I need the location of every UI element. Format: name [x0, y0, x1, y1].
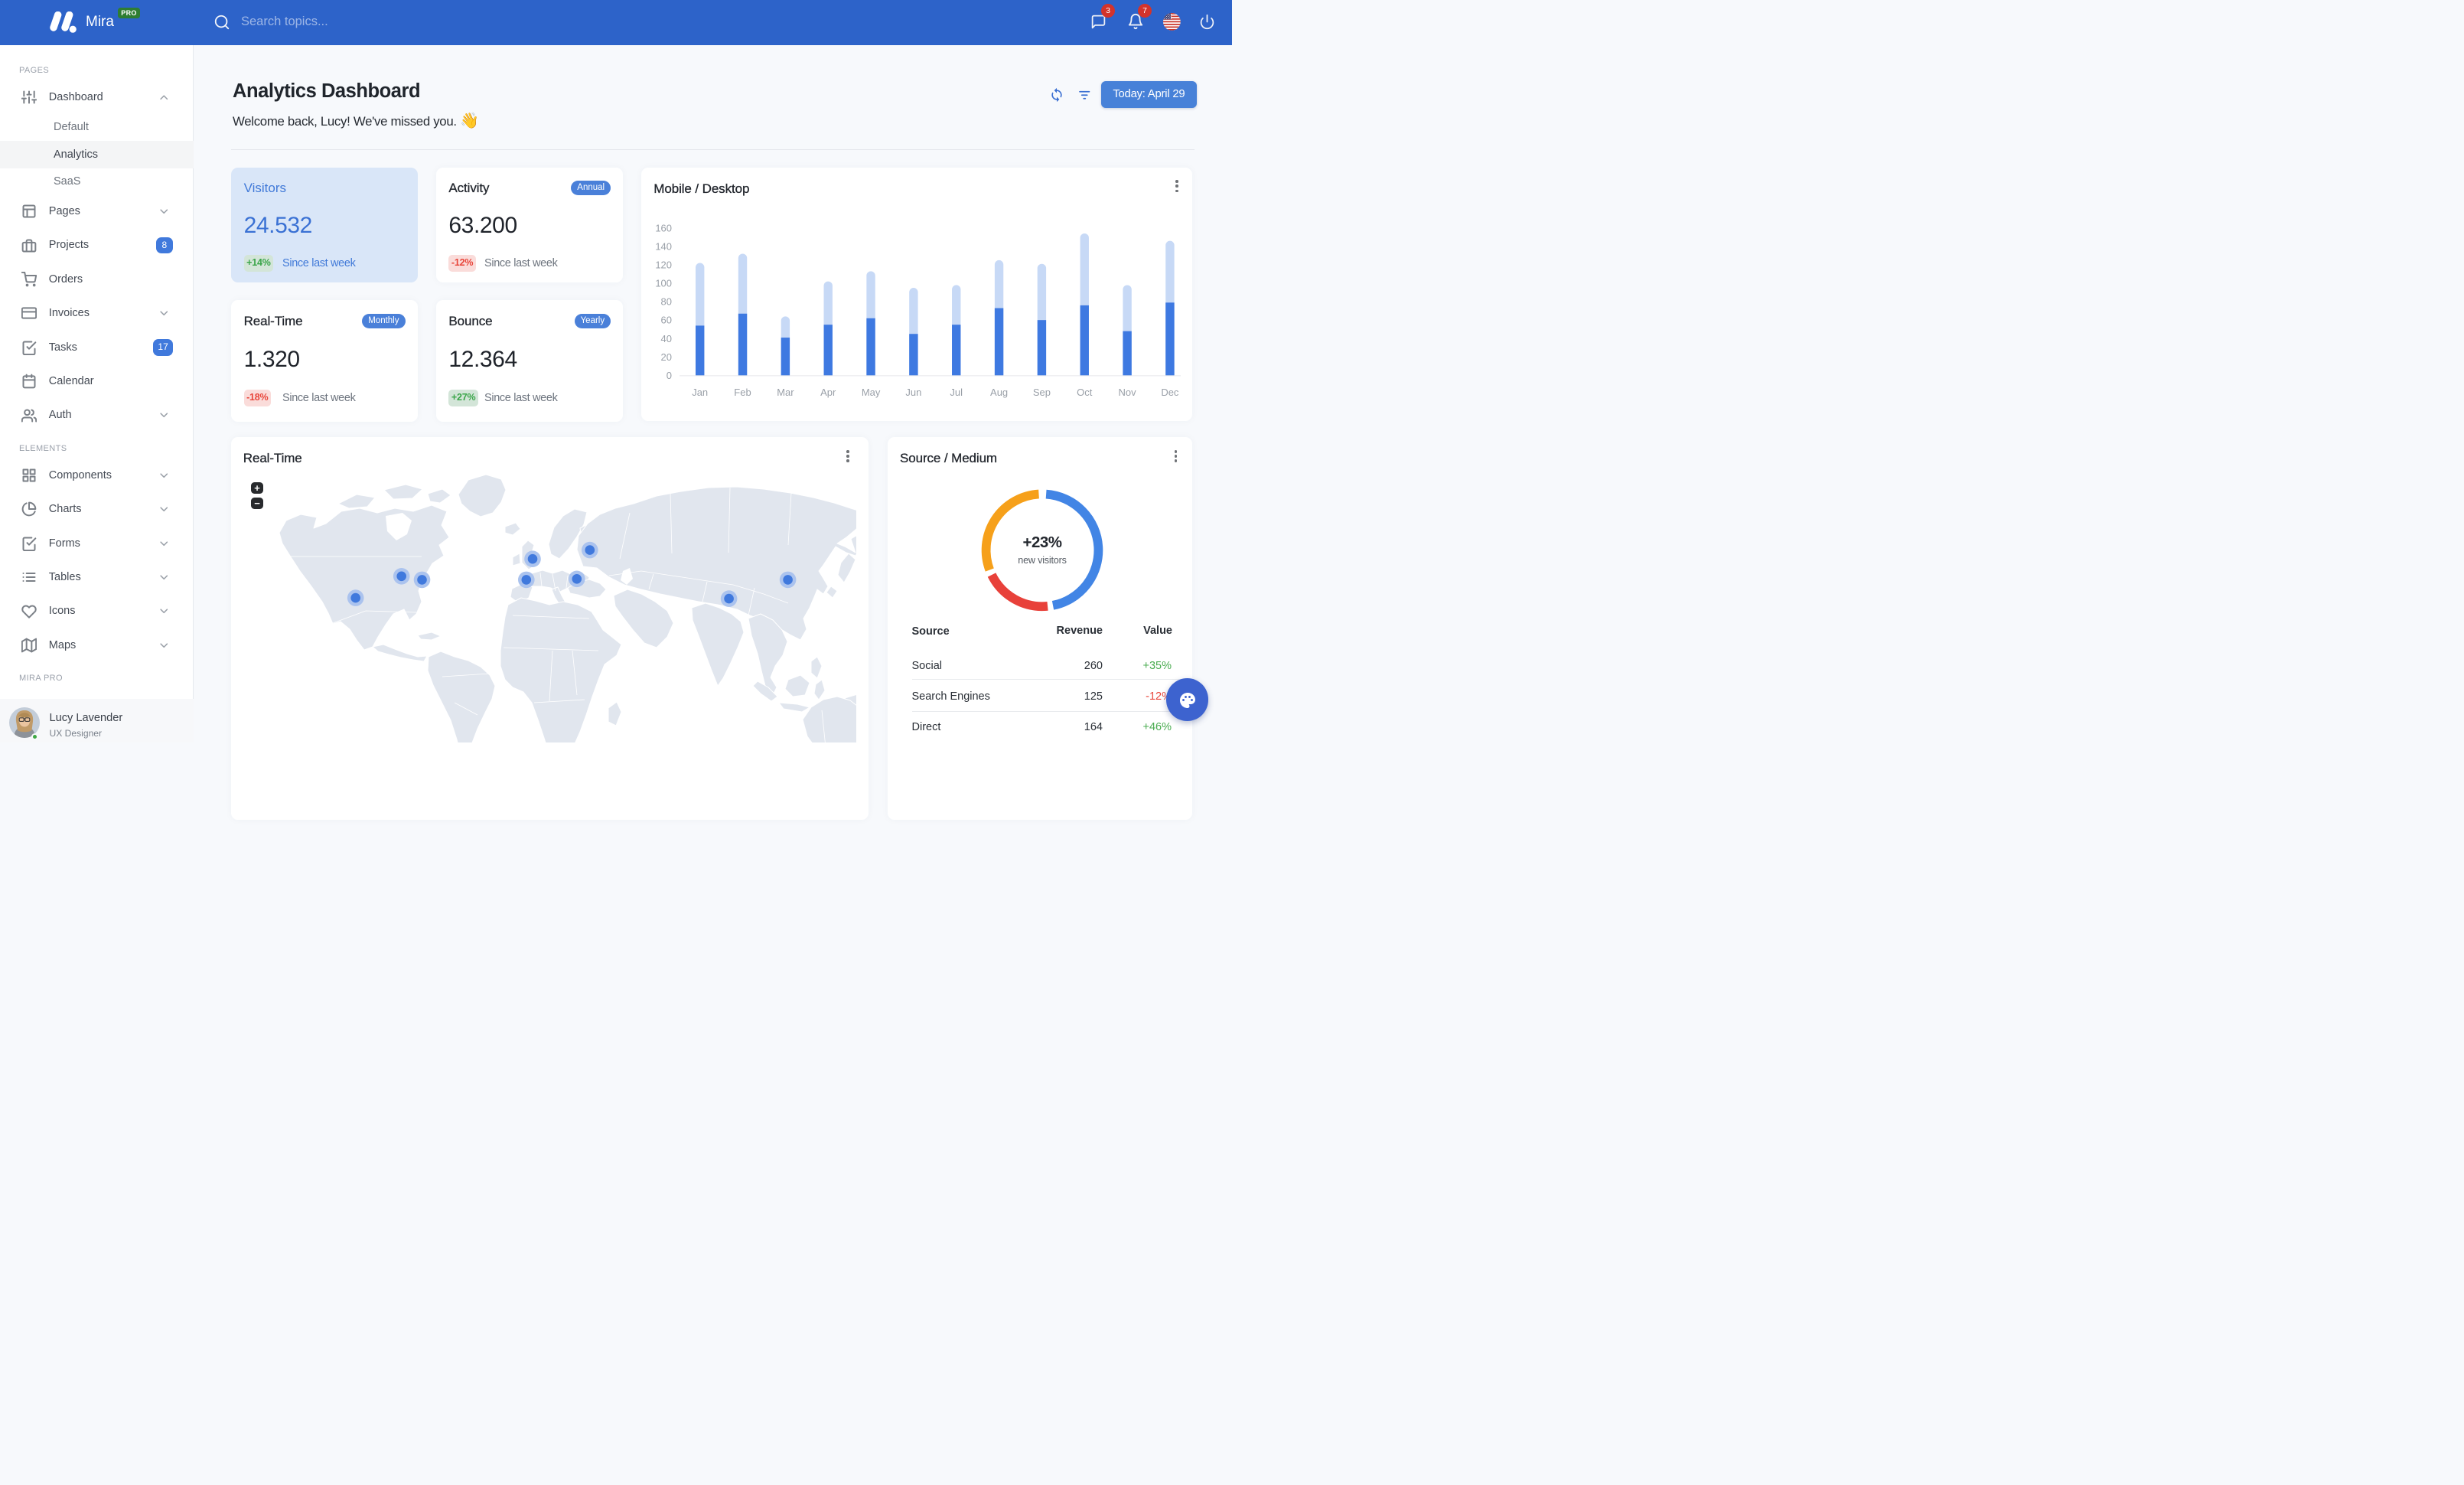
svg-text:160: 160 [656, 222, 673, 233]
svg-text:0: 0 [667, 369, 672, 380]
svg-text:Aug: Aug [990, 387, 1008, 398]
svg-text:Nov: Nov [1119, 387, 1137, 398]
svg-text:80: 80 [661, 295, 672, 307]
svg-text:60: 60 [661, 314, 672, 325]
svg-text:Dec: Dec [1162, 387, 1180, 398]
svg-text:Jun: Jun [906, 387, 922, 398]
svg-text:Mar: Mar [777, 387, 795, 398]
svg-text:Oct: Oct [1077, 387, 1093, 398]
svg-text:Jul: Jul [950, 387, 963, 398]
svg-text:40: 40 [661, 332, 672, 344]
svg-text:Feb: Feb [735, 387, 751, 398]
svg-text:Sep: Sep [1033, 387, 1051, 398]
svg-text:Jan: Jan [693, 387, 709, 398]
svg-text:May: May [862, 387, 881, 398]
svg-text:100: 100 [656, 277, 673, 289]
svg-text:20: 20 [661, 351, 672, 362]
svg-text:Apr: Apr [820, 387, 836, 398]
svg-text:120: 120 [656, 259, 673, 270]
svg-text:140: 140 [656, 240, 673, 252]
